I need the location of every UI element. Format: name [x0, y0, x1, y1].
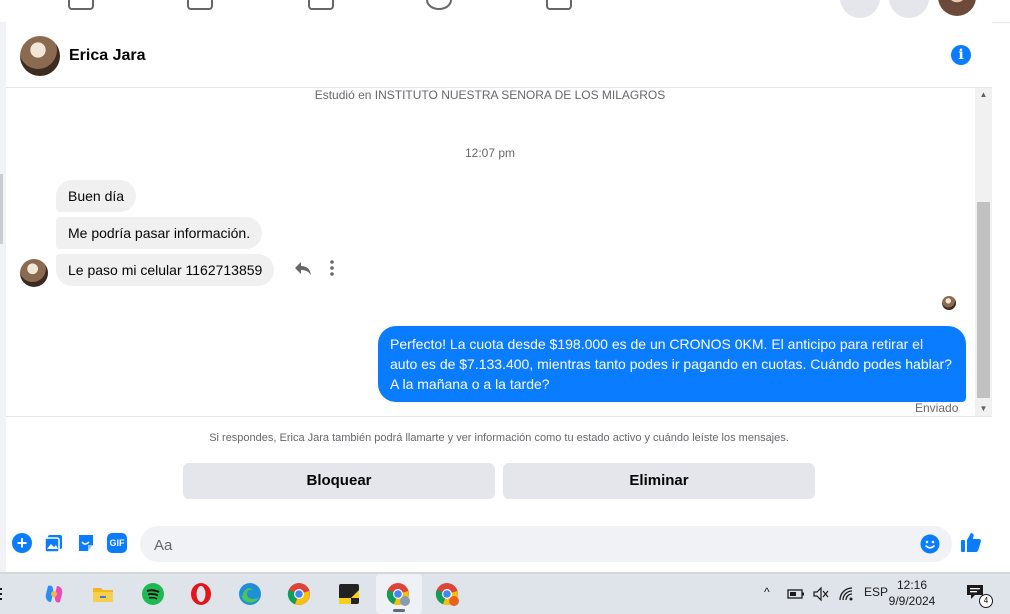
- file-explorer-icon[interactable]: [91, 582, 115, 606]
- sticky-notes-icon[interactable]: [337, 582, 361, 606]
- battery-icon[interactable]: [787, 586, 805, 602]
- message-input[interactable]: [152, 526, 916, 564]
- profile-avatar[interactable]: [938, 0, 976, 16]
- contact-avatar[interactable]: [20, 36, 60, 76]
- block-button[interactable]: Bloquear: [183, 463, 495, 499]
- message-input-box[interactable]: [140, 526, 952, 564]
- incoming-message[interactable]: Me podría pasar información.: [56, 217, 263, 249]
- groups-nav-icon[interactable]: [426, 0, 452, 10]
- message-timestamp: 12:07 pm: [464, 146, 516, 160]
- message-status: Enviado: [915, 401, 959, 415]
- notifications-button[interactable]: 4: [966, 584, 993, 608]
- reply-icon[interactable]: [293, 258, 313, 278]
- clock-date: 9/9/2024: [888, 594, 936, 608]
- info-icon[interactable]: i: [951, 45, 971, 65]
- home-nav-icon[interactable]: [68, 0, 94, 10]
- menu-grid-button[interactable]: [840, 0, 880, 18]
- chrome-profile-2-icon[interactable]: [435, 582, 459, 606]
- system-clock[interactable]: 12:16 9/9/2024: [884, 577, 940, 609]
- contact-studied-info: Estudió en INSTITUTO NUESTRA SENORA DE L…: [314, 88, 666, 102]
- active-indicator: [393, 609, 405, 612]
- delete-button[interactable]: Eliminar: [503, 463, 815, 499]
- wifi-icon[interactable]: [838, 586, 856, 602]
- chevron-up-icon[interactable]: ^: [764, 585, 770, 599]
- message-composer: + GIF: [6, 521, 992, 572]
- more-vertical-icon[interactable]: [322, 258, 342, 278]
- message-thread: Estudió en INSTITUTO NUESTRA SENORA DE L…: [6, 88, 974, 416]
- chat-panel: Erica Jara i Estudió en INSTITUTO NUESTR…: [6, 22, 992, 572]
- widgets-icon[interactable]: [0, 582, 18, 606]
- scroll-down-arrow[interactable]: ▼: [975, 402, 992, 416]
- notification-badge: 4: [979, 594, 993, 608]
- opera-icon[interactable]: [189, 582, 213, 606]
- friends-nav-icon[interactable]: [187, 0, 213, 10]
- gaming-nav-icon[interactable]: [546, 0, 572, 10]
- clock-time: 12:16: [896, 578, 928, 592]
- sender-avatar[interactable]: [20, 259, 48, 287]
- chat-header: Erica Jara i: [6, 22, 992, 88]
- chrome-profile-icon[interactable]: [386, 582, 410, 606]
- edge-icon[interactable]: [238, 582, 262, 606]
- messenger-nav-button[interactable]: [889, 0, 929, 18]
- left-edge-tick: [0, 174, 3, 244]
- taskbar-active-chrome[interactable]: [376, 574, 422, 614]
- scroll-thumb[interactable]: [977, 202, 990, 398]
- scroll-up-arrow[interactable]: ▲: [975, 88, 992, 102]
- sticker-icon[interactable]: [76, 533, 96, 553]
- seen-avatar: [942, 296, 956, 310]
- plus-icon[interactable]: +: [12, 533, 32, 553]
- notice-text: Si respondes, Erica Jara también podrá l…: [209, 432, 789, 444]
- like-icon[interactable]: [960, 531, 982, 553]
- photo-icon[interactable]: [44, 533, 64, 553]
- incoming-message[interactable]: Buen día: [56, 180, 137, 212]
- gif-icon[interactable]: GIF: [107, 533, 127, 553]
- spotify-icon[interactable]: [141, 582, 165, 606]
- taskbar: ^ ESP 12:16 9/9/2024 4: [0, 574, 1010, 614]
- outgoing-message[interactable]: Perfecto! La cuota desde $198.000 es de …: [378, 326, 966, 402]
- thread-scrollbar[interactable]: ▲ ▼: [975, 88, 992, 416]
- chrome-icon[interactable]: [287, 582, 311, 606]
- volume-muted-icon[interactable]: [812, 586, 830, 602]
- contact-name[interactable]: Erica Jara: [69, 47, 146, 65]
- top-nav-bar: [0, 0, 1010, 23]
- incoming-message[interactable]: Le paso mi celular 1162713859: [56, 254, 275, 286]
- copilot-icon[interactable]: [42, 582, 66, 606]
- emoji-icon[interactable]: [920, 534, 940, 554]
- watch-nav-icon[interactable]: [308, 0, 334, 10]
- privacy-notice: Si respondes, Erica Jara también podrá l…: [6, 416, 992, 522]
